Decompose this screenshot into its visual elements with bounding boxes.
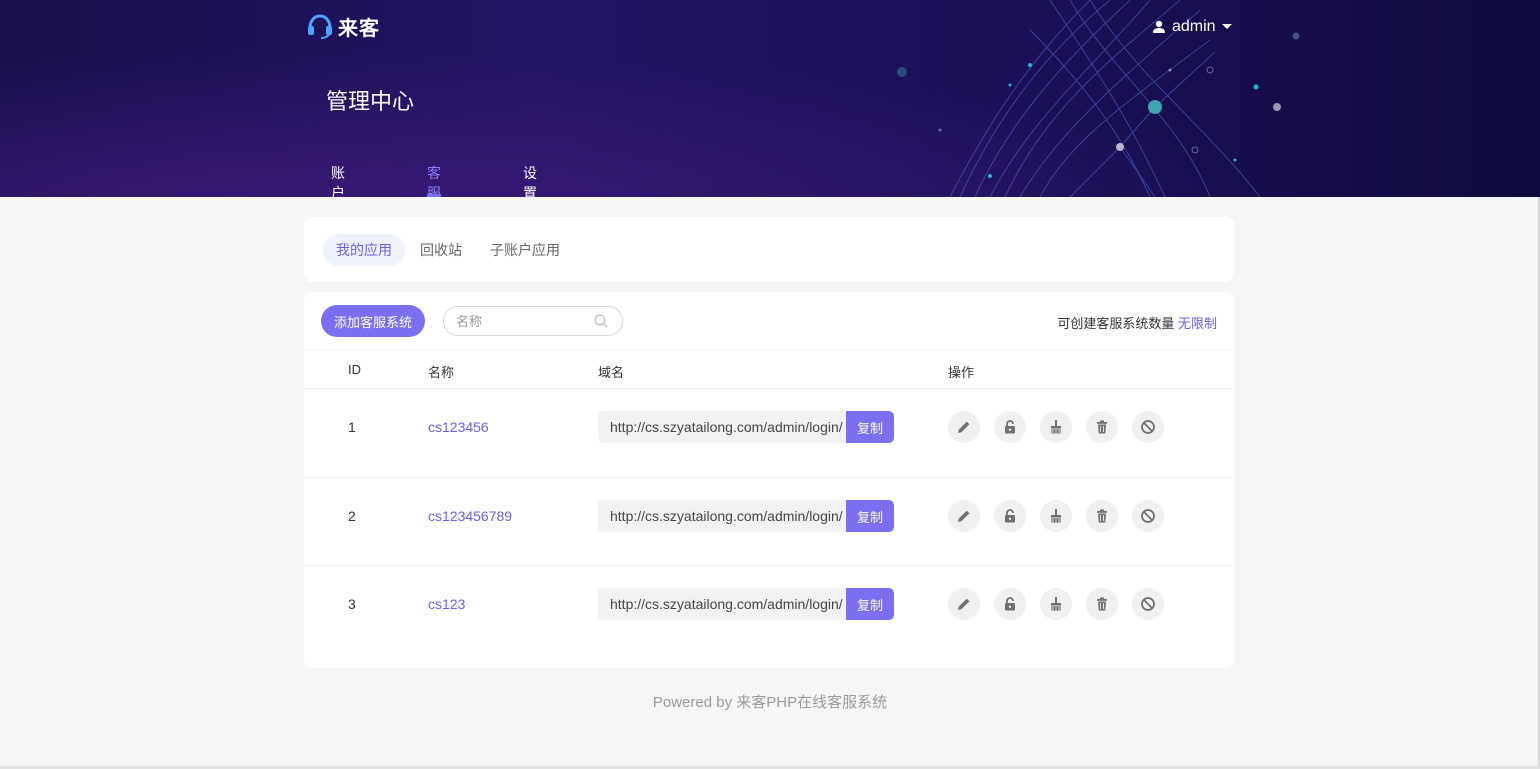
row-id: 1 xyxy=(348,419,356,435)
domain-text: http://cs.szyatailong.com/admin/login/ xyxy=(610,419,843,435)
brand-logo[interactable]: 来客 xyxy=(306,12,380,40)
copy-button[interactable]: 复制 xyxy=(846,500,894,532)
domain-field: http://cs.szyatailong.com/admin/login/ 复… xyxy=(598,500,894,532)
edit-button[interactable] xyxy=(948,500,980,532)
edit-button[interactable] xyxy=(948,588,980,620)
row-actions xyxy=(948,588,1164,620)
unlock-icon xyxy=(1005,420,1015,434)
table-header: ID 名称 域名 操作 xyxy=(304,349,1234,389)
subtab-recycle-bin[interactable]: 回收站 xyxy=(407,234,475,266)
row-id: 2 xyxy=(348,508,356,524)
broom-icon xyxy=(1050,420,1062,435)
unlock-icon xyxy=(1005,509,1015,523)
table-row: 3 cs123 http://cs.szyatailong.com/admin/… xyxy=(304,565,1234,653)
caret-down-icon xyxy=(1221,24,1232,29)
domain-field: http://cs.szyatailong.com/admin/login/ 复… xyxy=(598,588,894,620)
unlock-button[interactable] xyxy=(994,411,1026,443)
quota-info: 可创建客服系统数量 无限制 xyxy=(1057,313,1217,332)
search-box xyxy=(443,306,623,336)
footer-credit: Powered by 来客PHP在线客服系统 xyxy=(652,694,888,711)
search-icon[interactable] xyxy=(594,314,608,328)
clean-button[interactable] xyxy=(1040,588,1072,620)
table-row: 1 cs123456 http://cs.szyatailong.com/adm… xyxy=(304,389,1234,477)
pencil-icon xyxy=(958,510,970,522)
sub-tabs-card: 我的应用 回收站 子账户应用 xyxy=(304,217,1234,282)
row-id: 3 xyxy=(348,596,356,612)
brand-name: 来客 xyxy=(338,17,380,40)
column-header-domain: 域名 xyxy=(598,365,625,380)
tab-account[interactable]: 账户管理 xyxy=(331,163,345,197)
trash-icon xyxy=(1097,597,1107,611)
header-banner: 来客 admin 管理中心 账户管理 客服系统 设置 xyxy=(0,0,1540,197)
apps-card: 添加客服系统 可创建客服系统数量 无限制 ID 名称 域名 操作 1 cs123… xyxy=(304,292,1234,668)
copy-button[interactable]: 复制 xyxy=(846,411,894,443)
page-title: 管理中心 xyxy=(326,89,415,114)
user-name: admin xyxy=(1172,18,1216,35)
tab-customer-service[interactable]: 客服系统 xyxy=(427,163,441,197)
column-header-id: ID xyxy=(348,362,361,377)
copy-button[interactable]: 复制 xyxy=(846,588,894,620)
user-menu[interactable]: admin xyxy=(1152,16,1232,38)
trash-icon xyxy=(1097,509,1107,523)
user-icon xyxy=(1153,20,1165,33)
network-decoration xyxy=(897,0,1300,197)
unlock-icon xyxy=(1005,597,1015,611)
table-row: 2 cs123456789 http://cs.szyatailong.com/… xyxy=(304,477,1234,565)
column-header-actions: 操作 xyxy=(948,365,975,380)
row-actions xyxy=(948,411,1164,443)
disable-button[interactable] xyxy=(1132,411,1164,443)
domain-field: http://cs.szyatailong.com/admin/login/ 复… xyxy=(598,411,894,443)
pencil-icon xyxy=(958,598,970,610)
column-header-name: 名称 xyxy=(428,365,455,380)
headset-icon xyxy=(308,14,332,39)
ban-icon xyxy=(1141,420,1155,434)
subtab-sub-account-apps[interactable]: 子账户应用 xyxy=(477,234,573,266)
domain-text: http://cs.szyatailong.com/admin/login/ xyxy=(610,508,843,524)
ban-icon xyxy=(1141,597,1155,611)
unlock-button[interactable] xyxy=(994,588,1026,620)
tab-settings[interactable]: 设置 xyxy=(523,163,537,197)
row-name-link[interactable]: cs123 xyxy=(428,596,465,612)
broom-icon xyxy=(1050,509,1062,524)
domain-text: http://cs.szyatailong.com/admin/login/ xyxy=(610,596,843,612)
disable-button[interactable] xyxy=(1132,588,1164,620)
quota-value: 无限制 xyxy=(1177,316,1217,331)
disable-button[interactable] xyxy=(1132,500,1164,532)
trash-icon xyxy=(1097,420,1107,434)
clean-button[interactable] xyxy=(1040,500,1072,532)
pencil-icon xyxy=(958,421,970,433)
delete-button[interactable] xyxy=(1086,411,1118,443)
ban-icon xyxy=(1141,509,1155,523)
delete-button[interactable] xyxy=(1086,500,1118,532)
row-actions xyxy=(948,500,1164,532)
search-input[interactable] xyxy=(456,312,586,330)
delete-button[interactable] xyxy=(1086,588,1118,620)
subtab-my-apps[interactable]: 我的应用 xyxy=(323,234,405,266)
quota-label: 可创建客服系统数量 xyxy=(1057,316,1175,331)
add-system-button[interactable]: 添加客服系统 xyxy=(321,305,425,337)
clean-button[interactable] xyxy=(1040,411,1072,443)
unlock-button[interactable] xyxy=(994,500,1026,532)
row-name-link[interactable]: cs123456 xyxy=(428,419,489,435)
broom-icon xyxy=(1050,597,1062,612)
row-name-link[interactable]: cs123456789 xyxy=(428,508,512,524)
edit-button[interactable] xyxy=(948,411,980,443)
